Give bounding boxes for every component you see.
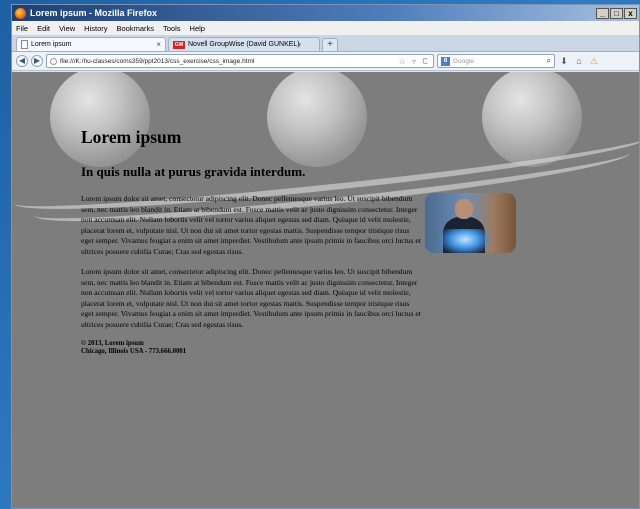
page-viewport[interactable]: Lorem ipsum In quis nulla at purus gravi… [12, 72, 639, 508]
search-box[interactable]: 8 Google ⌕ [437, 54, 555, 68]
footer-copyright: © 2013, Lorem ipsum [81, 340, 144, 347]
forward-button[interactable]: ▶ [31, 55, 43, 67]
minimize-button[interactable]: _ [596, 7, 609, 19]
url-actions[interactable]: ☆ ▿ C [399, 57, 430, 66]
maximize-button[interactable]: □ [610, 7, 623, 19]
tab-lorem-ipsum[interactable]: Lorem ipsum × [16, 37, 166, 51]
menu-view[interactable]: View [59, 24, 75, 33]
footer-address: Chicago, Illinois USA - 773.666.0001 [81, 348, 187, 356]
menu-bookmarks[interactable]: Bookmarks [117, 24, 155, 33]
download-icon[interactable]: ⬇ [558, 56, 570, 67]
url-text: file:///K:/hu-classes/coms359/ppt2013/cs… [60, 57, 255, 65]
footer: © 2013, Lorem ipsum Chicago, Illinois US… [81, 340, 421, 357]
tab-bar: Lorem ipsum × GW Novell GroupWise (David… [12, 35, 639, 52]
tab-close-icon[interactable]: × [156, 40, 161, 49]
browser-window: Lorem ipsum - Mozilla Firefox _ □ x File… [11, 4, 640, 509]
firefox-icon [15, 7, 26, 19]
search-placeholder: Google [453, 57, 474, 65]
menu-edit[interactable]: Edit [37, 24, 50, 33]
home-icon[interactable]: ⌂ [573, 56, 585, 66]
globe-icon [50, 57, 57, 65]
window-controls: _ □ x [596, 7, 637, 19]
body-paragraph: Lorem ipsum dolor sit amet, consectetur … [81, 194, 421, 256]
search-icon[interactable]: ⌕ [547, 56, 551, 66]
menu-bar: File Edit View History Bookmarks Tools H… [12, 21, 639, 35]
window-title: Lorem ipsum - Mozilla Firefox [30, 8, 158, 18]
tab-groupwise[interactable]: GW Novell GroupWise (David GUNKEL) ▾ [168, 37, 320, 51]
page-subheading: In quis nulla at purus gravida interdum. [81, 164, 306, 179]
chevron-down-icon[interactable]: ▾ [297, 41, 301, 49]
menu-file[interactable]: File [16, 24, 28, 33]
menu-help[interactable]: Help [190, 24, 205, 33]
groupwise-icon: GW [173, 40, 185, 49]
new-tab-button[interactable]: + [322, 38, 338, 51]
back-button[interactable]: ◀ [16, 55, 28, 67]
url-bar[interactable]: file:///K:/hu-classes/coms359/ppt2013/cs… [46, 54, 434, 68]
search-engine-icon[interactable]: 8 [441, 56, 450, 66]
navigation-toolbar: ◀ ▶ file:///K:/hu-classes/coms359/ppt201… [12, 52, 639, 71]
close-button[interactable]: x [624, 7, 637, 19]
photo-head [455, 199, 473, 219]
photo-glow [439, 229, 491, 253]
menu-history[interactable]: History [84, 24, 107, 33]
page-icon [21, 40, 28, 49]
tab-label: Lorem ipsum [31, 41, 72, 48]
page-heading: Lorem ipsum [81, 127, 182, 147]
menu-tools[interactable]: Tools [163, 24, 181, 33]
title-bar: Lorem ipsum - Mozilla Firefox _ □ x [12, 5, 639, 21]
warning-icon[interactable]: ⚠ [588, 56, 600, 67]
page-content: Lorem ipsum In quis nulla at purus gravi… [81, 127, 421, 357]
tab-label: Novell GroupWise (David GUNKEL) [188, 41, 300, 48]
body-paragraph: Lorem ipsum dolor sit amet, consectetur … [81, 267, 421, 329]
person-photo [425, 193, 516, 253]
